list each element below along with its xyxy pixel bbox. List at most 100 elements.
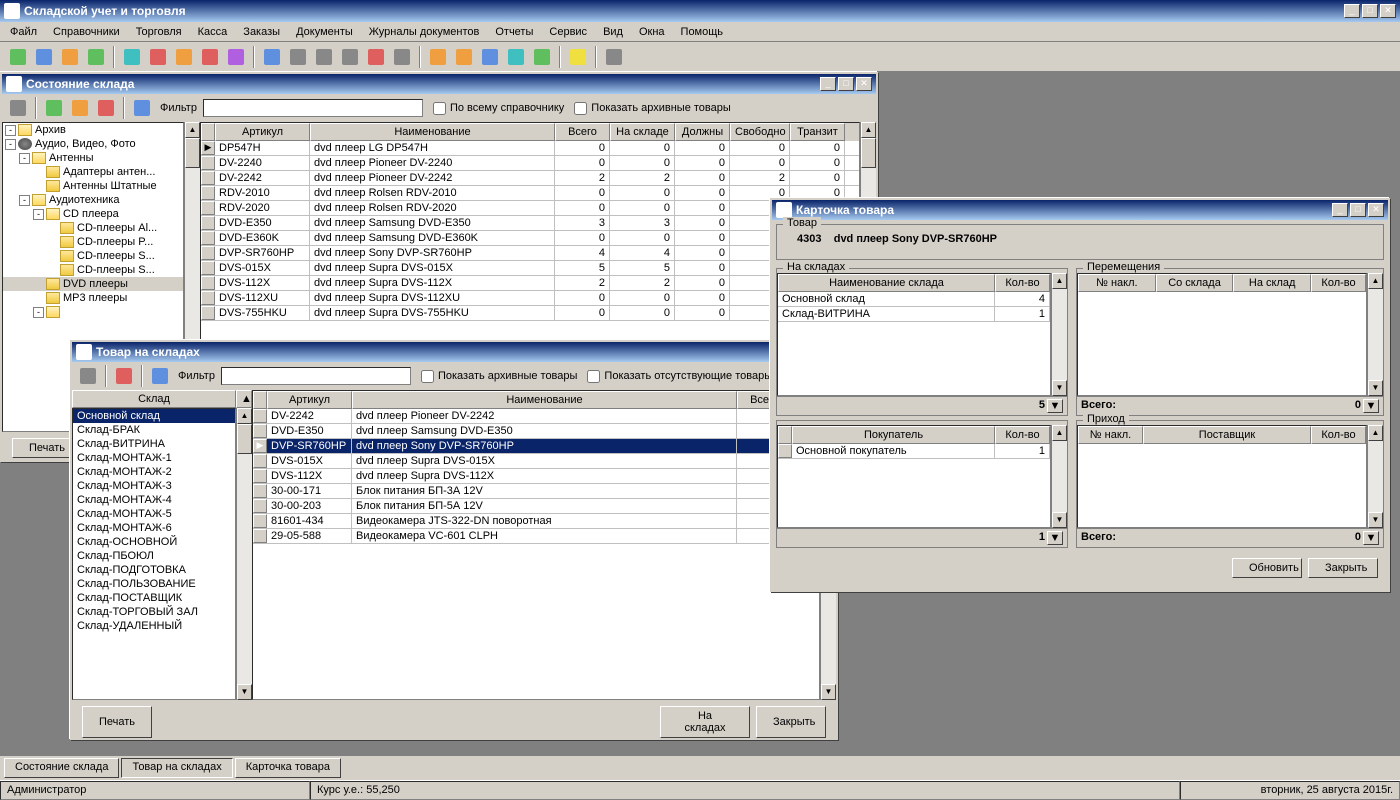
toolbar-btn-2[interactable] (32, 45, 56, 69)
tree-node[interactable]: Адаптеры антен... (3, 165, 183, 179)
toolbar-btn-1[interactable] (6, 45, 30, 69)
list-item[interactable]: Склад-ПОДГОТОВКА (73, 563, 235, 577)
menu-item[interactable]: Справочники (45, 24, 128, 40)
minimize-button[interactable]: _ (1332, 203, 1348, 217)
tb-add-icon[interactable] (42, 96, 66, 120)
task-tab[interactable]: Товар на складах (121, 758, 232, 778)
scrollbar[interactable]: ▲▼ (1051, 273, 1067, 396)
table-row[interactable]: ▶DP547Hdvd плеер LG DP547H00000 (201, 141, 859, 156)
table-row[interactable]: RDV-2020dvd плеер Rolsen RDV-202000000 (201, 201, 859, 216)
menu-item[interactable]: Заказы (235, 24, 288, 40)
refresh-button[interactable]: Обновить (1232, 558, 1302, 578)
toolbar-btn-16[interactable] (426, 45, 450, 69)
toolbar-settings[interactable] (602, 45, 626, 69)
menu-item[interactable]: Отчеты (487, 24, 541, 40)
menu-item[interactable]: Окна (631, 24, 673, 40)
list-item[interactable]: Основной склад (73, 409, 235, 423)
table-row[interactable]: DVP-SR760HPdvd плеер Sony DVP-SR760HP440… (201, 246, 859, 261)
list-item[interactable]: Склад-ПОСТАВЩИК (73, 591, 235, 605)
menu-item[interactable]: Файл (2, 24, 45, 40)
toolbar-btn-19[interactable] (504, 45, 528, 69)
table-row[interactable]: DVS-015Xdvd плеер Supra DVS-015X5 (253, 454, 819, 469)
toolbar-btn-7[interactable] (172, 45, 196, 69)
filter-input[interactable] (203, 99, 423, 117)
toolbar-btn-21[interactable] (566, 45, 590, 69)
table-row[interactable]: DVD-E360Kdvd плеер Samsung DVD-E360K0000… (201, 231, 859, 246)
toolbar-btn-17[interactable] (452, 45, 476, 69)
list-item[interactable]: Склад-ТОРГОВЫЙ ЗАЛ (73, 605, 235, 619)
tb-refresh-icon[interactable] (130, 96, 154, 120)
close-button[interactable]: Закрыть (756, 706, 826, 738)
tb-refresh-icon[interactable] (148, 364, 172, 388)
task-tab[interactable]: Карточка товара (235, 758, 341, 778)
scrollbar[interactable]: ▲▼ (1367, 425, 1383, 528)
warehouse-list[interactable]: Основной складСклад-БРАКСклад-ВИТРИНАСкл… (72, 408, 236, 700)
tree-node[interactable]: DVD плееры (3, 277, 183, 291)
toolbar-btn-5[interactable] (120, 45, 144, 69)
close-button[interactable]: ✕ (1368, 203, 1384, 217)
toolbar-btn-13[interactable] (338, 45, 362, 69)
tb-print-icon[interactable] (76, 364, 100, 388)
table-row[interactable]: DVS-015Xdvd плеер Supra DVS-015X55000 (201, 261, 859, 276)
toolbar-btn-6[interactable] (146, 45, 170, 69)
table-row[interactable]: DVS-112Xdvd плеер Supra DVS-112X22000 (201, 276, 859, 291)
tree-node[interactable]: -Архив (3, 123, 183, 137)
list-item[interactable]: Склад-МОНТАЖ-1 (73, 451, 235, 465)
tree-node[interactable]: CD-плееры P... (3, 235, 183, 249)
tb-edit-icon[interactable] (68, 96, 92, 120)
table-row[interactable]: DV-2240dvd плеер Pioneer DV-224000000 (201, 156, 859, 171)
tb-delete-icon[interactable] (112, 364, 136, 388)
list-item[interactable]: Склад-МОНТАЖ-3 (73, 479, 235, 493)
list-item[interactable]: Склад-ПОЛЬЗОВАНИЕ (73, 577, 235, 591)
scrollbar[interactable]: ▲▼ (1367, 273, 1383, 396)
card-moves-grid[interactable]: № накл.Со складаНа складКол-во (1077, 273, 1367, 396)
stock-grid[interactable]: АртикулНаименованиеВсегоDV-2242dvd плеер… (252, 390, 820, 700)
table-row[interactable]: DVS-112XUdvd плеер Supra DVS-112XU00000 (201, 291, 859, 306)
list-item[interactable]: Склад-МОНТАЖ-2 (73, 465, 235, 479)
toolbar-btn-20[interactable] (530, 45, 554, 69)
tree-node[interactable]: CD-плееры S... (3, 263, 183, 277)
maximize-button[interactable]: □ (838, 77, 854, 91)
list-item[interactable]: Склад-МОНТАЖ-6 (73, 521, 235, 535)
tree-node[interactable]: CD-плееры Al... (3, 221, 183, 235)
toolbar-btn-14[interactable] (364, 45, 388, 69)
print-button[interactable]: Печать (82, 706, 152, 738)
close-button[interactable]: ✕ (856, 77, 872, 91)
close-button[interactable]: Закрыть (1308, 558, 1378, 578)
list-item[interactable]: Склад-ОСНОВНОЙ (73, 535, 235, 549)
minimize-button[interactable]: _ (1344, 4, 1360, 18)
menu-item[interactable]: Торговля (128, 24, 190, 40)
tb-delete-icon[interactable] (94, 96, 118, 120)
chk-show-missing[interactable] (587, 370, 600, 383)
table-row[interactable]: DV-2242dvd плеер Pioneer DV-224222020 (201, 171, 859, 186)
table-row[interactable]: DV-2242dvd плеер Pioneer DV-22422 (253, 409, 819, 424)
table-row[interactable]: DVS-112Xdvd плеер Supra DVS-112X2 (253, 469, 819, 484)
toolbar-btn-4[interactable] (84, 45, 108, 69)
toolbar-btn-18[interactable] (478, 45, 502, 69)
close-button[interactable]: ✕ (1380, 4, 1396, 18)
table-row[interactable]: DVD-E350dvd плеер Samsung DVD-E35033030 (201, 216, 859, 231)
tree-node[interactable]: MP3 плееры (3, 291, 183, 305)
tree-node[interactable]: -Аудиотехника (3, 193, 183, 207)
tree-node[interactable]: -Антенны (3, 151, 183, 165)
toolbar-btn-15[interactable] (390, 45, 414, 69)
list-item[interactable]: Склад-МОНТАЖ-4 (73, 493, 235, 507)
menu-item[interactable]: Помощь (673, 24, 732, 40)
menu-item[interactable]: Журналы документов (361, 24, 488, 40)
maximize-button[interactable]: □ (1362, 4, 1378, 18)
table-row[interactable]: 81601-434Видеокамера JTS-322-DN поворотн… (253, 514, 819, 529)
tb-print-icon[interactable] (6, 96, 30, 120)
tree-node[interactable]: -Аудио, Видео, Фото (3, 137, 183, 151)
table-row[interactable]: ▶DVP-SR760HPdvd плеер Sony DVP-SR760HP4 (253, 439, 819, 454)
toolbar-btn-10[interactable] (260, 45, 284, 69)
menu-item[interactable]: Документы (288, 24, 361, 40)
maximize-button[interactable]: □ (1350, 203, 1366, 217)
table-row[interactable]: Основной покупатель1 (778, 444, 1050, 459)
table-row[interactable]: Основной склад4 (778, 292, 1050, 307)
tree-node[interactable]: -CD плеера (3, 207, 183, 221)
task-tab[interactable]: Состояние склада (4, 758, 119, 778)
table-row[interactable]: DVD-E350dvd плеер Samsung DVD-E3503 (253, 424, 819, 439)
menu-item[interactable]: Вид (595, 24, 631, 40)
filter-input[interactable] (221, 367, 411, 385)
chk-show-archive[interactable] (421, 370, 434, 383)
